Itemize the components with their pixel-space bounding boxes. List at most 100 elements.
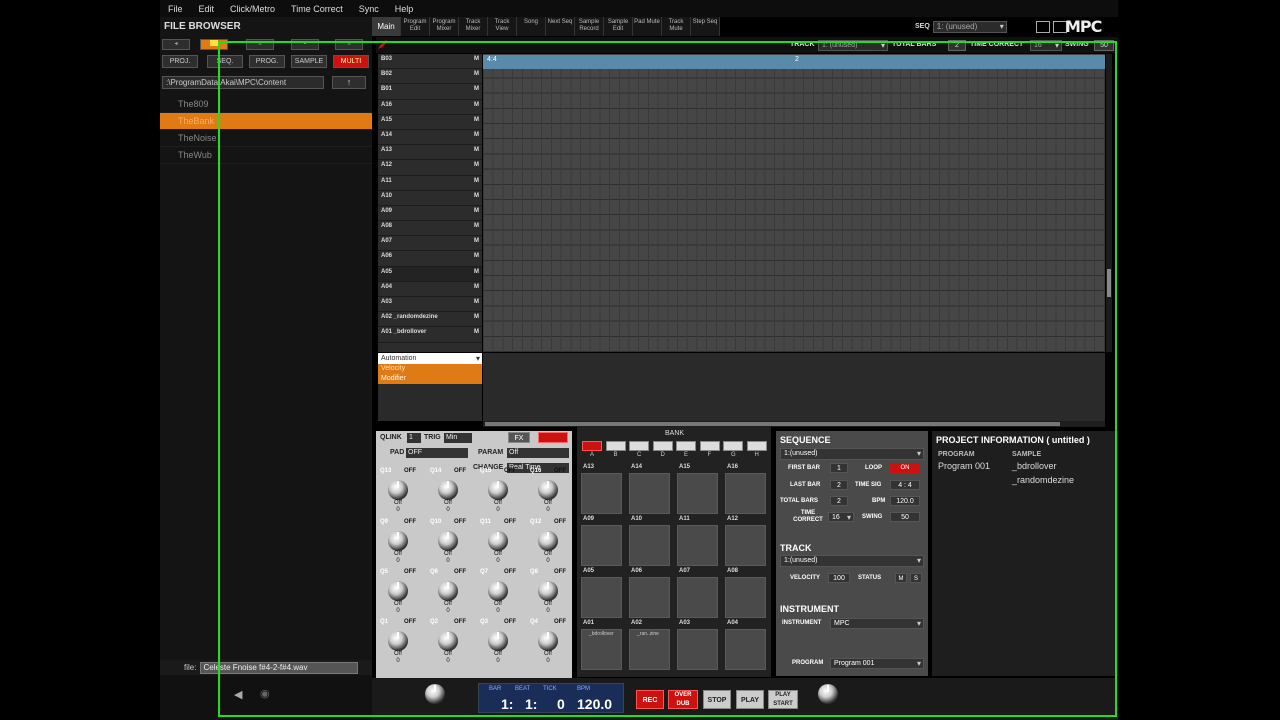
last-bar-value[interactable]: 2 bbox=[830, 480, 848, 490]
fx-button[interactable]: FX bbox=[508, 432, 530, 443]
filter-sample[interactable]: SAMPLE bbox=[291, 55, 327, 68]
pad-row[interactable]: A04 M bbox=[378, 282, 482, 297]
pad-row-mute[interactable]: M bbox=[474, 86, 479, 92]
pad-row-mute[interactable]: M bbox=[474, 117, 479, 123]
pad-row[interactable]: A02 _randomdezine M bbox=[378, 312, 482, 328]
loop-toggle[interactable]: ON bbox=[890, 463, 920, 473]
qlink-knob[interactable] bbox=[438, 531, 458, 551]
automation-item-modifier[interactable]: Modifier bbox=[378, 374, 482, 384]
menu-item[interactable]: File bbox=[160, 4, 191, 14]
pad-row[interactable]: A05 M bbox=[378, 266, 482, 282]
sequence-dropdown[interactable]: 1:(unused) bbox=[780, 448, 924, 460]
automation-dropdown[interactable]: Automation bbox=[378, 353, 482, 364]
play-start-button[interactable]: PLAY START bbox=[768, 690, 798, 709]
filter-seq[interactable]: SEQ. bbox=[207, 55, 243, 68]
qlink-knob[interactable] bbox=[388, 480, 408, 500]
pad-row[interactable]: A13 M bbox=[378, 145, 482, 161]
time-correct-dropdown[interactable]: 16 bbox=[828, 512, 854, 523]
trig-value[interactable]: Min bbox=[444, 433, 472, 443]
qlink-knob[interactable] bbox=[538, 531, 558, 551]
qlink-value[interactable]: 1 bbox=[407, 433, 421, 443]
drum-pad[interactable] bbox=[677, 473, 718, 514]
file-list-item[interactable]: The809 bbox=[160, 96, 372, 113]
bank-button-d[interactable] bbox=[652, 441, 673, 451]
bank-button-e[interactable] bbox=[676, 441, 696, 451]
vertical-scrollbar[interactable] bbox=[1106, 54, 1112, 352]
drum-pad[interactable] bbox=[629, 473, 670, 514]
pad-row-mute[interactable]: M bbox=[474, 178, 479, 184]
bank-button-c[interactable] bbox=[629, 441, 649, 451]
file-name-field[interactable] bbox=[200, 661, 359, 674]
filter-proj[interactable]: PROJ. bbox=[162, 55, 198, 68]
tab-main[interactable]: Main bbox=[372, 17, 401, 36]
program-item[interactable]: Program 001 bbox=[938, 461, 990, 471]
qlink-knob[interactable] bbox=[438, 631, 458, 651]
instrument-dropdown[interactable]: MPC bbox=[830, 618, 924, 629]
pad-row-mute[interactable]: M bbox=[474, 284, 479, 290]
timeline-ruler[interactable]: 4:4 2 bbox=[483, 55, 1105, 69]
tab-song[interactable]: Song bbox=[517, 17, 546, 36]
file-list-item[interactable]: TheBank bbox=[160, 113, 372, 130]
tab-track-mixer[interactable]: Track Mixer bbox=[459, 17, 488, 36]
fx-led-button[interactable] bbox=[538, 432, 568, 443]
tab-step-seq[interactable]: Step Seq bbox=[691, 17, 720, 36]
pad-row-mute[interactable]: M bbox=[474, 314, 479, 320]
pad-row-mute[interactable]: M bbox=[474, 102, 479, 108]
play-preview-icon[interactable]: ◀ bbox=[234, 688, 242, 701]
pad-row-mute[interactable]: M bbox=[474, 71, 479, 77]
menu-item[interactable]: Help bbox=[387, 4, 422, 14]
pad-dropdown[interactable]: OFF bbox=[406, 448, 468, 458]
filter-prog[interactable]: PROG. bbox=[249, 55, 285, 68]
total-bars-value[interactable]: 2 bbox=[948, 40, 966, 51]
qlink-knob[interactable] bbox=[488, 531, 508, 551]
drum-pad[interactable] bbox=[725, 525, 766, 566]
first-bar-value[interactable]: 1 bbox=[830, 463, 848, 473]
swing-value[interactable]: 50 bbox=[1094, 40, 1114, 51]
pad-row-mute[interactable]: M bbox=[474, 253, 479, 259]
automation-item-velocity[interactable]: Velocity bbox=[378, 364, 482, 374]
speaker-icon[interactable]: ◉ bbox=[260, 687, 270, 700]
tab-track-view[interactable]: Track View bbox=[488, 17, 517, 36]
overdub-button[interactable]: OVER DUB bbox=[668, 690, 698, 709]
pad-row[interactable]: A15 M bbox=[378, 115, 482, 130]
pad-row[interactable]: B01 M bbox=[378, 84, 482, 100]
sample-item[interactable]: _bdrollover bbox=[1012, 461, 1057, 471]
drum-pad[interactable] bbox=[677, 629, 718, 670]
menu-item[interactable]: Time Correct bbox=[283, 4, 351, 14]
qlink-knob[interactable] bbox=[488, 631, 508, 651]
qlink-knob[interactable] bbox=[388, 631, 408, 651]
drum-pad[interactable] bbox=[629, 577, 670, 618]
tab-sample-record[interactable]: Sample Record bbox=[575, 17, 604, 36]
tab-pad-mute[interactable]: Pad Mute bbox=[633, 17, 662, 36]
bank-button-a[interactable] bbox=[582, 441, 602, 451]
pad-row[interactable]: A14 M bbox=[378, 130, 482, 146]
total-bars-value[interactable]: 2 bbox=[830, 496, 848, 506]
tab-next-seq[interactable]: Next Seq bbox=[546, 17, 575, 36]
pad-row-mute[interactable]: M bbox=[474, 238, 479, 244]
drum-pad[interactable] bbox=[725, 629, 766, 670]
bank-button-h[interactable] bbox=[746, 441, 767, 451]
file-list-item[interactable]: TheWub bbox=[160, 147, 372, 164]
automation-lane[interactable] bbox=[483, 353, 1105, 421]
menu-item[interactable]: Edit bbox=[191, 4, 223, 14]
pad-row-mute[interactable]: M bbox=[474, 162, 479, 168]
qlink-knob[interactable] bbox=[388, 531, 408, 551]
list-view-button[interactable]: ≡ bbox=[246, 39, 274, 50]
drum-pad[interactable] bbox=[581, 473, 622, 514]
pad-row-mute[interactable]: M bbox=[474, 299, 479, 305]
bpm-value[interactable]: 120.0 bbox=[890, 496, 920, 506]
pad-row[interactable]: A12 M bbox=[378, 160, 482, 176]
menu-item[interactable]: Sync bbox=[351, 4, 387, 14]
filter-multi[interactable]: MULTI bbox=[333, 55, 369, 68]
solo-button[interactable]: S bbox=[910, 573, 922, 583]
file-list-item[interactable]: TheNoise bbox=[160, 130, 372, 147]
tab-track-mute[interactable]: Track Mute bbox=[662, 17, 691, 36]
bank-button-g[interactable] bbox=[723, 441, 743, 451]
scroll-thumb[interactable] bbox=[1107, 269, 1111, 297]
qlink-knob[interactable] bbox=[438, 480, 458, 500]
pad-row[interactable]: A07 M bbox=[378, 236, 482, 252]
qlink-knob[interactable] bbox=[538, 480, 558, 500]
pad-row[interactable]: A09 M bbox=[378, 206, 482, 222]
pad-row-mute[interactable]: M bbox=[474, 56, 479, 62]
pad-row-mute[interactable]: M bbox=[474, 193, 479, 199]
